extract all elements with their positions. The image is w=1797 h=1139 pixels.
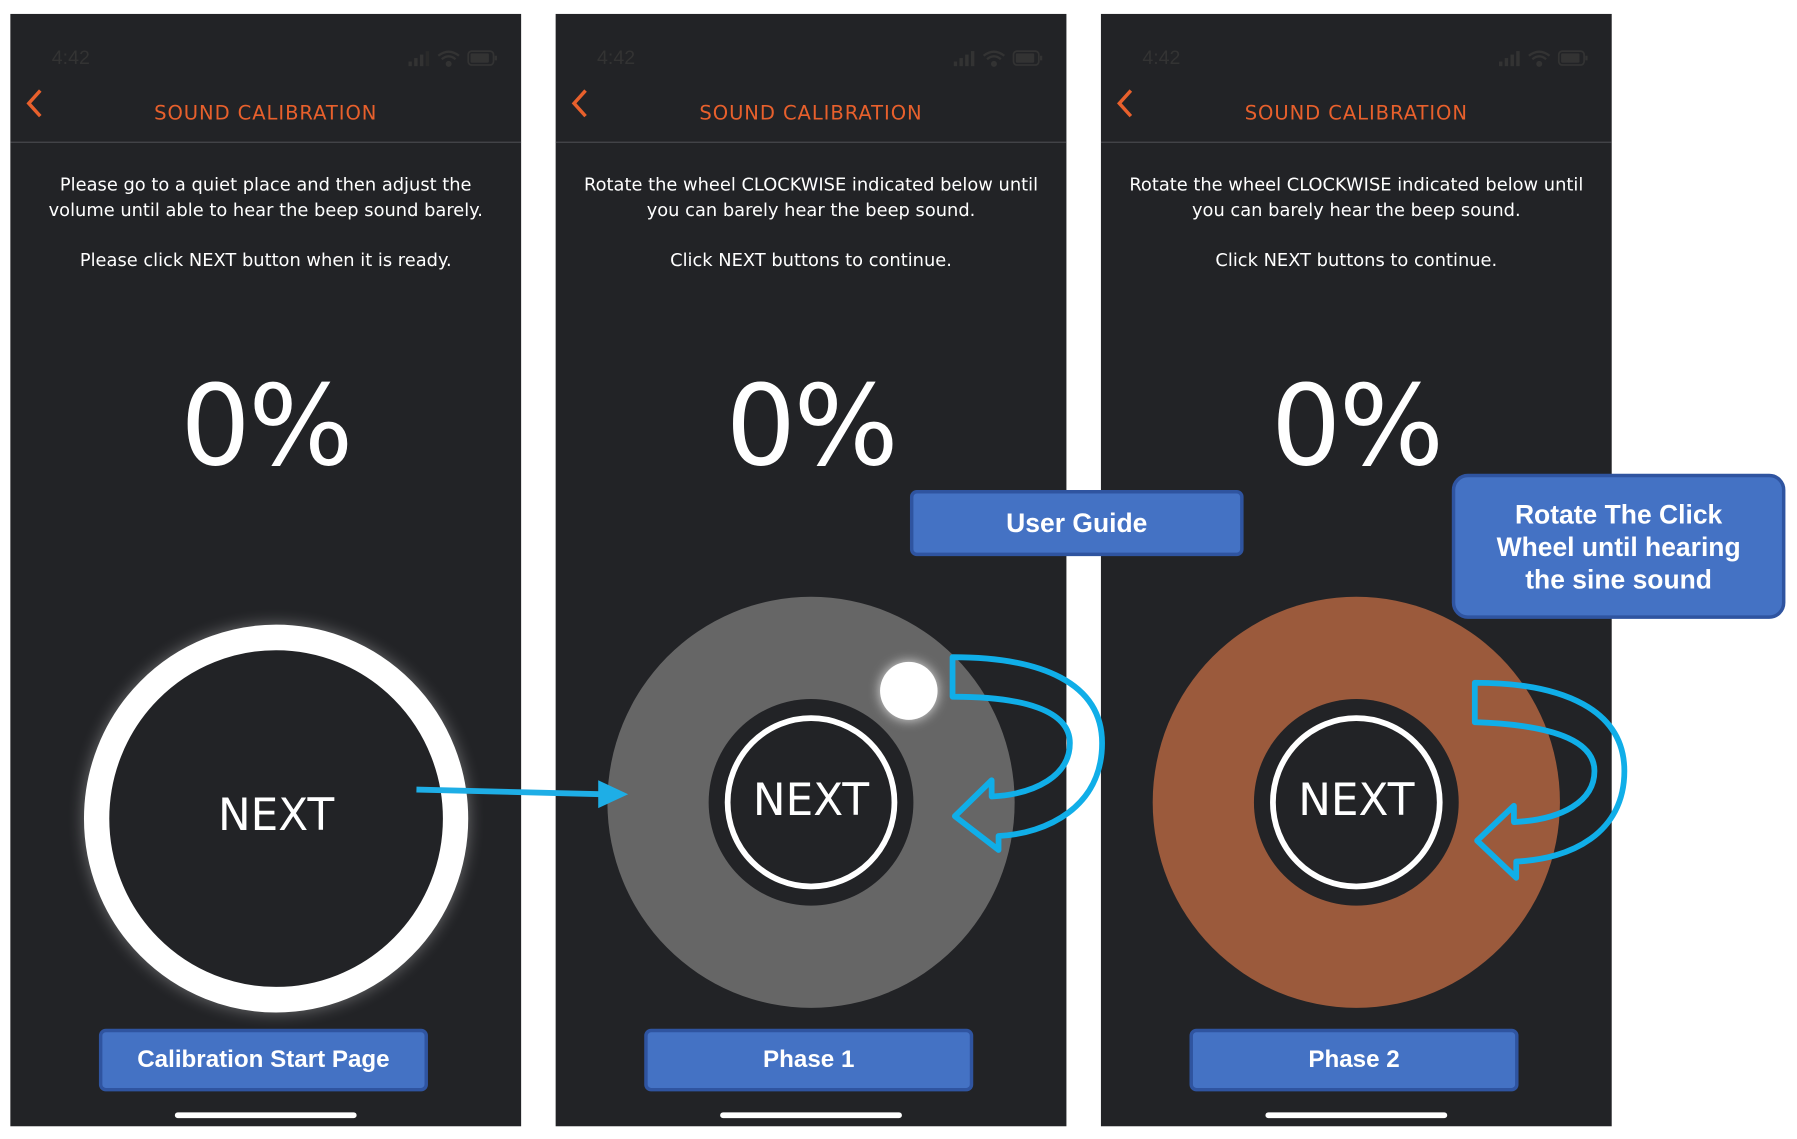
calibration-percent: 0%: [725, 361, 899, 492]
next-button[interactable]: NEXT: [1270, 715, 1443, 890]
calibration-percent: 0%: [1271, 361, 1444, 492]
signal-icon: [408, 51, 430, 67]
status-icons: [408, 50, 497, 67]
caption-phase-1: Phase 1: [644, 1028, 974, 1092]
nav-divider: [555, 141, 1067, 143]
instruction-text: Rotate the wheel CLOCKWISE indicated bel…: [1129, 174, 1584, 221]
battery-icon: [1557, 50, 1588, 66]
instruction-text: Please go to a quiet place and then adju…: [48, 174, 483, 221]
user-guide-callout: User Guide: [909, 489, 1244, 557]
caption-phase-2: Phase 2: [1189, 1028, 1519, 1092]
click-wheel[interactable]: NEXT: [1152, 596, 1560, 1008]
battery-icon: [1012, 50, 1043, 66]
wheel-knob[interactable]: [880, 661, 938, 720]
instruction-next-text: Click NEXT buttons to continue.: [670, 249, 952, 271]
phone-screen-phase-1: 4:42 SOUND CALIBRATION Rotate the wheel …: [555, 13, 1067, 1127]
battery-icon: [467, 50, 497, 66]
page-title: SOUND CALIBRATION: [1244, 102, 1468, 126]
caption-start-page: Calibration Start Page: [98, 1028, 428, 1092]
calibration-percent: 0%: [180, 361, 353, 492]
status-time: 4:42: [51, 46, 90, 69]
status-icons: [953, 50, 1043, 67]
click-wheel[interactable]: NEXT: [607, 596, 1015, 1008]
next-button[interactable]: NEXT: [724, 715, 898, 890]
home-indicator: [174, 1112, 357, 1119]
instruction-next-text: Click NEXT buttons to continue.: [1215, 249, 1498, 271]
page-title: SOUND CALIBRATION: [699, 102, 923, 126]
wheel-hub: NEXT: [708, 698, 914, 906]
signal-icon: [953, 51, 975, 67]
instruction-text: Rotate the wheel CLOCKWISE indicated bel…: [584, 174, 1039, 221]
nav-divider: [10, 141, 522, 143]
status-time: 4:42: [597, 46, 636, 69]
wifi-icon: [982, 50, 1006, 67]
home-indicator: [1265, 1112, 1448, 1119]
next-button[interactable]: NEXT: [83, 624, 469, 1013]
signal-icon: [1498, 51, 1520, 67]
home-indicator: [720, 1112, 902, 1119]
nav-divider: [1100, 141, 1612, 143]
page-title: SOUND CALIBRATION: [154, 102, 378, 126]
rotate-hint-callout: Rotate The Click Wheel until hearing the…: [1451, 473, 1786, 619]
next-button-label: NEXT: [1298, 774, 1415, 826]
status-icons: [1498, 50, 1588, 67]
next-button-label: NEXT: [752, 774, 870, 826]
phone-screen-start: 4:42 SOUND CALIBRATION Please go to a qu…: [10, 13, 522, 1127]
wifi-icon: [437, 50, 460, 67]
status-time: 4:42: [1142, 46, 1181, 69]
wheel-hub: NEXT: [1253, 698, 1459, 906]
next-button-label: NEXT: [217, 789, 335, 841]
wifi-icon: [1528, 50, 1551, 67]
instruction-next-text: Please click NEXT button when it is read…: [79, 249, 452, 271]
